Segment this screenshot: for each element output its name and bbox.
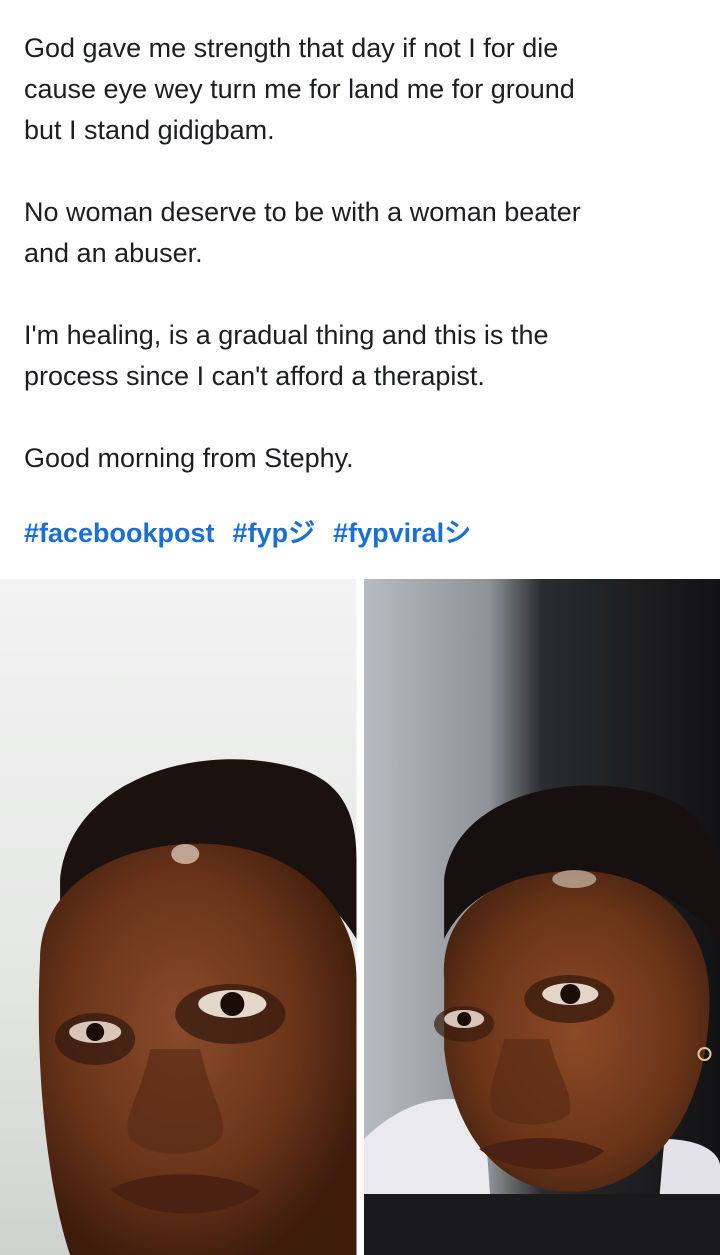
post-paragraph-1: God gave me strength that day if not I f… (24, 33, 575, 145)
post-paragraph-3: I'm healing, is a gradual thing and this… (24, 320, 549, 391)
hashtag-facebookpost[interactable]: #facebookpost (24, 513, 215, 553)
photo-left[interactable] (0, 579, 357, 1255)
photo-left-image (0, 579, 357, 1255)
hashtag-list: #facebookpost #fypジ #fypviralシ (24, 513, 696, 553)
hashtag-fyp[interactable]: #fypジ (233, 513, 316, 553)
post-paragraph-2: No woman deserve to be with a woman beat… (24, 197, 581, 268)
photo-grid (0, 579, 720, 1255)
post-paragraph-4: Good morning from Stephy. (24, 443, 354, 473)
photo-right-image (363, 579, 720, 1255)
hashtag-fypviral[interactable]: #fypviralシ (333, 513, 471, 553)
photo-right[interactable] (363, 579, 720, 1255)
facebook-post: God gave me strength that day if not I f… (0, 0, 720, 1255)
post-text: God gave me strength that day if not I f… (0, 0, 720, 553)
